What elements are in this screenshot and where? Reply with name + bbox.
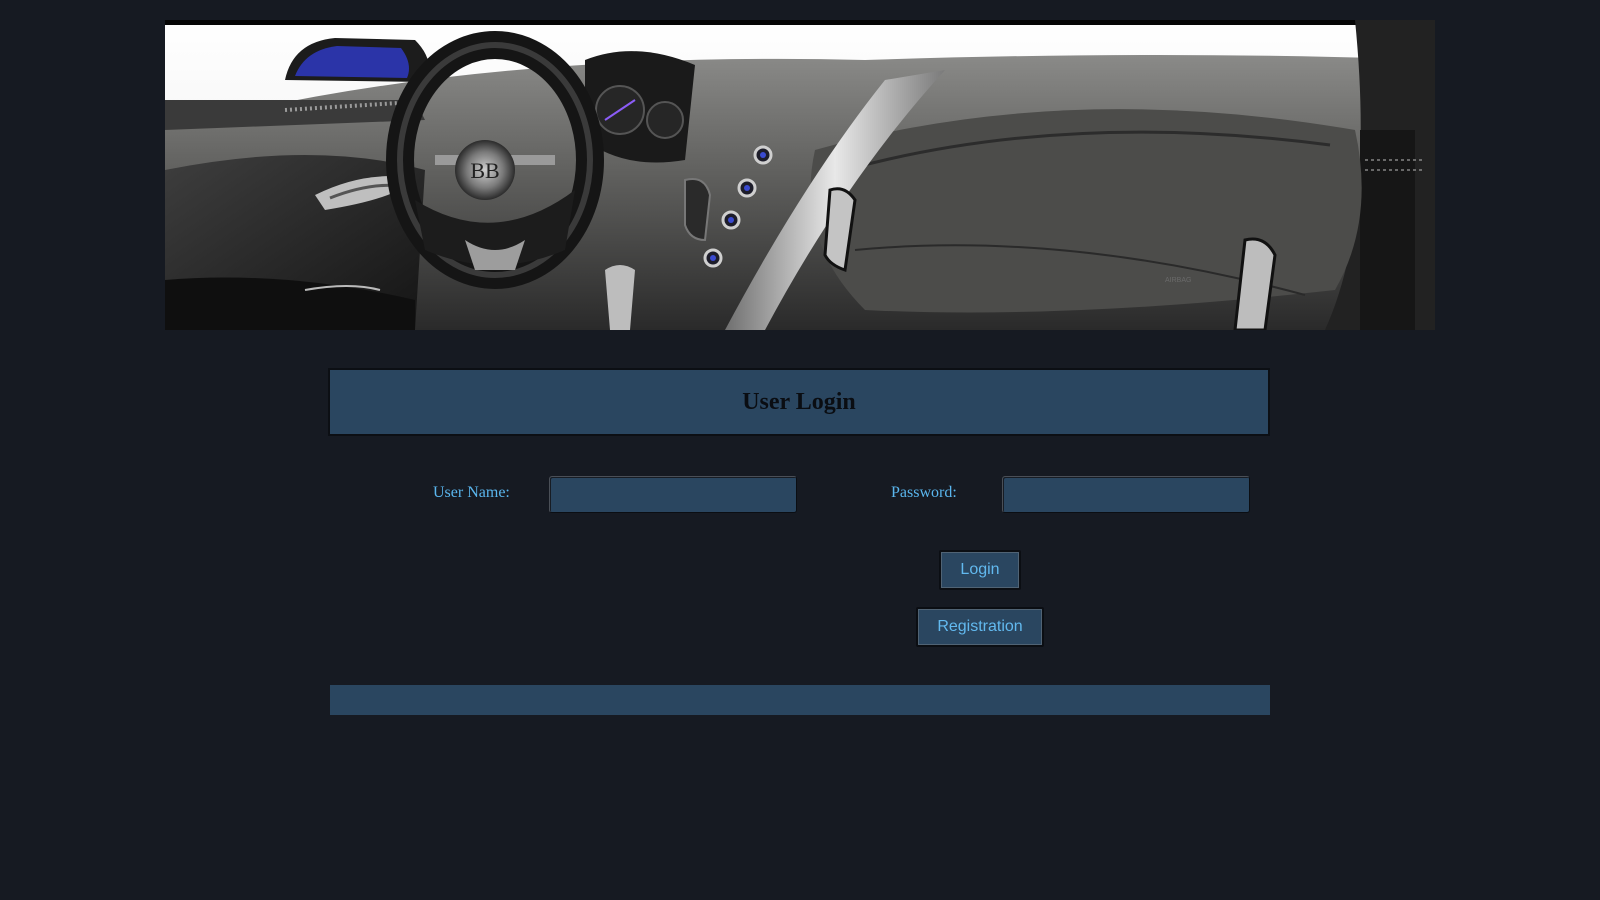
footer-bar [330, 685, 1270, 715]
registration-button[interactable]: Registration [916, 607, 1044, 647]
car-interior-icon: BB AIRBAG [165, 20, 1435, 330]
password-label: Password: [891, 484, 957, 501]
username-input[interactable] [549, 476, 797, 513]
login-page: BB AIRBAG User Login User Name: Password… [0, 0, 1600, 900]
login-header-panel: User Login [328, 368, 1270, 436]
svg-text:AIRBAG: AIRBAG [1165, 277, 1191, 284]
password-input[interactable] [1002, 476, 1250, 513]
svg-text:BB: BB [470, 158, 499, 183]
login-button[interactable]: Login [939, 550, 1021, 590]
page-title: User Login [742, 388, 856, 415]
banner-image: BB AIRBAG [165, 20, 1435, 330]
username-label: User Name: [433, 484, 510, 501]
